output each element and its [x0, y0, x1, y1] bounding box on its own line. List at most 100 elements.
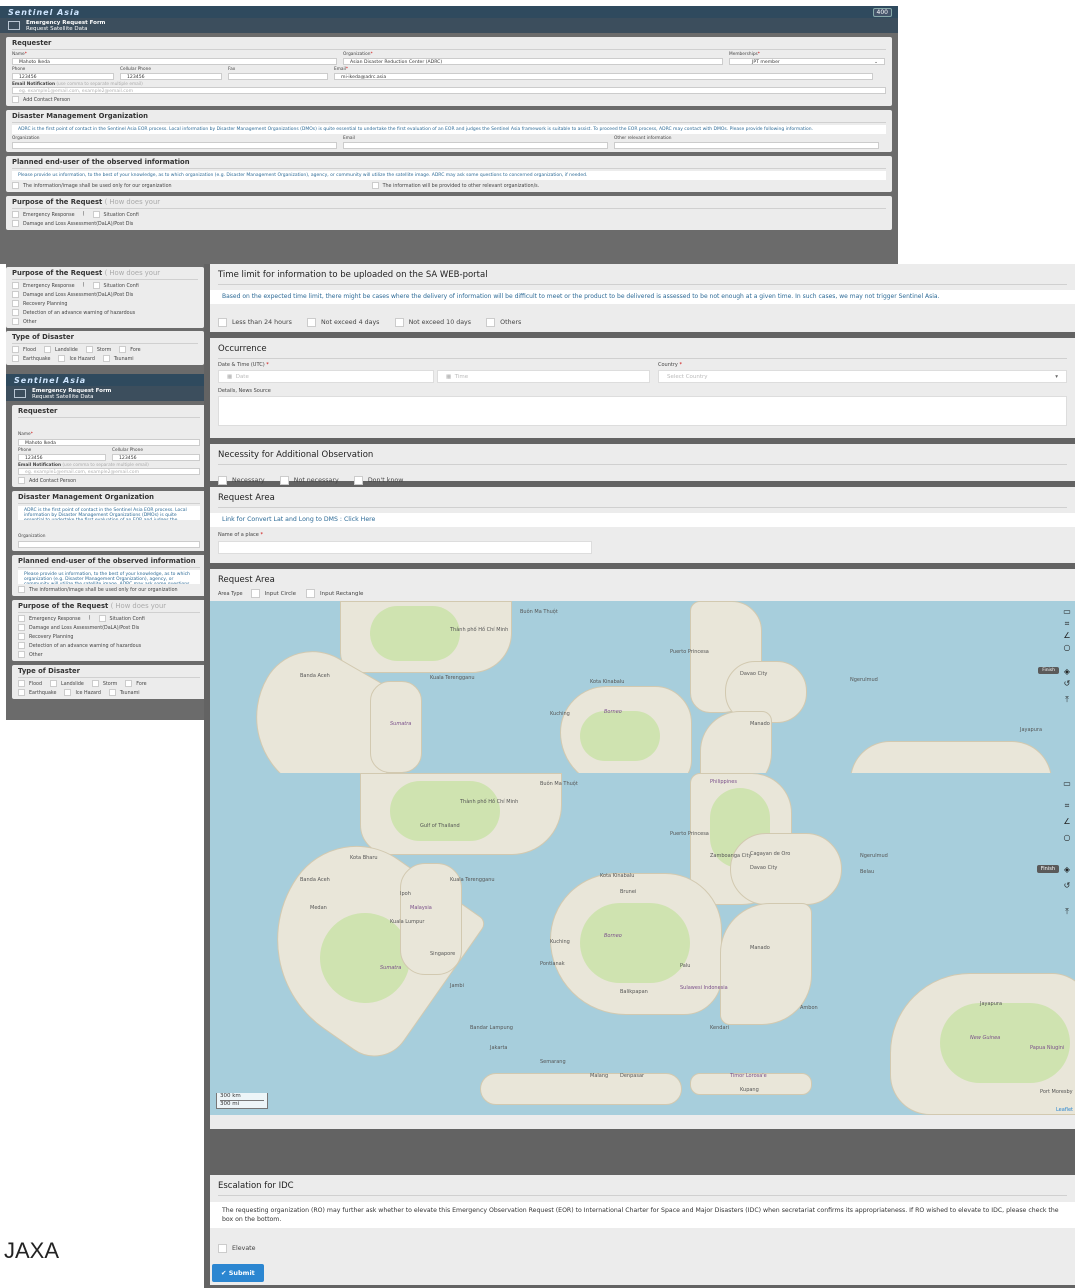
- disaster-fore[interactable]: Fore: [119, 346, 141, 353]
- details-textarea[interactable]: [218, 396, 1067, 426]
- date-input[interactable]: ▦ Date: [218, 370, 434, 383]
- upload-icon[interactable]: ⤒: [1063, 695, 1071, 704]
- membership-select[interactable]: JPT member ⌄: [729, 58, 885, 65]
- draw-circle-icon[interactable]: ○: [1063, 833, 1071, 842]
- rotate-icon[interactable]: ↺: [1063, 881, 1071, 890]
- add-contact-checkbox[interactable]: Add Contact Person: [12, 96, 70, 103]
- purpose-situation[interactable]: Situation Confi: [92, 211, 139, 218]
- draw-polygon-icon[interactable]: ⌗: [1063, 619, 1071, 628]
- disaster-ice[interactable]: Ice Hazard: [64, 689, 101, 696]
- disaster-storm[interactable]: Storm: [91, 680, 117, 687]
- notif-input[interactable]: eg. example1@email.com, example2@email.c…: [18, 468, 200, 475]
- map-label: Kota Kinabalu: [590, 679, 625, 685]
- dmo-email-input[interactable]: [343, 142, 608, 149]
- submit-button[interactable]: ✔ Submit: [212, 1264, 264, 1282]
- disaster-flood[interactable]: Flood: [18, 680, 42, 687]
- place-input[interactable]: [218, 541, 592, 554]
- enduser-option-own[interactable]: The information/image shall be used only…: [18, 586, 178, 593]
- name-input[interactable]: Mahoto Ikeda: [12, 58, 337, 65]
- cell-input[interactable]: 123456: [112, 454, 200, 461]
- elevate-checkbox[interactable]: Elevate: [218, 1244, 256, 1253]
- enduser-option-own[interactable]: The information/image shall be used only…: [12, 182, 172, 189]
- purpose-other[interactable]: Other: [18, 651, 43, 658]
- necessity-necessary[interactable]: Necessary: [218, 476, 265, 485]
- necessity-not-necessary[interactable]: Not necessary: [279, 476, 339, 485]
- map-label: Belau: [860, 869, 875, 875]
- time-input[interactable]: ▦ Time: [437, 370, 650, 383]
- finish-button[interactable]: Finish: [1038, 667, 1059, 674]
- timelimit-10days[interactable]: Not exceed 10 days: [394, 318, 471, 327]
- necessity-dont-know[interactable]: Don't know: [353, 476, 403, 485]
- draw-line-icon[interactable]: ∠: [1063, 817, 1071, 826]
- country-label: Country *: [658, 362, 682, 368]
- disaster-landslide[interactable]: Landslide: [50, 680, 84, 687]
- section-title: Escalation for IDC: [218, 1181, 1067, 1196]
- map-view-large[interactable]: Buôn Ma Thuột Thành phố Hồ Chí Minh Gulf…: [210, 773, 1075, 1115]
- purpose-emergency[interactable]: Emergency Response: [18, 615, 81, 622]
- disaster-storm[interactable]: Storm: [85, 346, 111, 353]
- disaster-fore[interactable]: Fore: [125, 680, 147, 687]
- disaster-earthquake[interactable]: Earthquake: [12, 355, 50, 362]
- timelimit-4days[interactable]: Not exceed 4 days: [306, 318, 379, 327]
- email-input[interactable]: mi-ikeda@adrc.asia: [334, 73, 873, 80]
- purpose-dala[interactable]: Damage and Loss Assessment(DaLA)/Post Di…: [12, 291, 133, 298]
- purpose-situation[interactable]: Situation Confi: [98, 615, 145, 622]
- fax-label: Fax: [228, 67, 236, 72]
- cell-input[interactable]: 123456: [120, 73, 222, 80]
- eraser-icon[interactable]: ◈: [1063, 667, 1071, 676]
- notif-input[interactable]: eg. example1@email.com, example2@email.c…: [12, 87, 886, 94]
- disaster-tsunami[interactable]: Tsunami: [102, 355, 134, 362]
- org-input[interactable]: Asian Disaster Reduction Center (ADRC): [343, 58, 723, 65]
- upload-icon[interactable]: ⤒: [1063, 907, 1071, 916]
- purpose-recovery[interactable]: Recovery Planning: [12, 300, 67, 307]
- country-select[interactable]: Select Country ▾: [658, 370, 1067, 383]
- draw-rectangle-icon[interactable]: ▭: [1063, 607, 1071, 616]
- disaster-tsunami[interactable]: Tsunami: [108, 689, 140, 696]
- finish-button[interactable]: Finish: [1036, 865, 1059, 873]
- purpose-emergency[interactable]: Emergency Response: [12, 282, 75, 289]
- disaster-earthquake[interactable]: Earthquake: [18, 689, 56, 696]
- datetime-label: Date & Time (UTC) *: [218, 362, 269, 368]
- form-subtitle: Request Satellite Data: [26, 25, 88, 32]
- dmo-org-input[interactable]: [18, 541, 200, 548]
- purpose-detection[interactable]: Detection of an advance warning of hazar…: [18, 642, 141, 649]
- section-title: Time limit for information to be uploade…: [218, 270, 1067, 285]
- timelimit-24h[interactable]: Less than 24 hours: [218, 318, 292, 327]
- dmo-other-label: Other relevant information: [614, 136, 672, 141]
- map-view-small[interactable]: Buôn Ma Thuột Thành phố Hồ Chí Minh Puer…: [210, 601, 1075, 773]
- draw-circle-icon[interactable]: ○: [1063, 643, 1071, 652]
- disaster-flood[interactable]: Flood: [12, 346, 36, 353]
- dmo-org-label: Organization: [18, 534, 46, 539]
- name-input[interactable]: Mahoto Ikeda: [18, 439, 200, 446]
- sentinel-asia-logo: Sentinel Asia: [8, 7, 81, 17]
- map-label: Borneo: [604, 709, 622, 715]
- purpose-dala[interactable]: Damage and Loss Assessment(DaLA)/Post Di…: [18, 624, 139, 631]
- fax-input[interactable]: [228, 73, 328, 80]
- area-input-circle[interactable]: Input Circle: [250, 589, 296, 598]
- purpose-dala[interactable]: Damage and Loss Assessment(DaLA)/Post Di…: [12, 220, 133, 227]
- add-contact-checkbox[interactable]: Add Contact Person: [18, 477, 76, 484]
- leaflet-attribution[interactable]: Leaflet: [1056, 1107, 1073, 1113]
- purpose-recovery[interactable]: Recovery Planning: [18, 633, 73, 640]
- rotate-icon[interactable]: ↺: [1063, 679, 1071, 688]
- draw-line-icon[interactable]: ∠: [1063, 631, 1071, 640]
- eraser-icon[interactable]: ◈: [1063, 865, 1071, 874]
- dmo-other-input[interactable]: [614, 142, 879, 149]
- disaster-landslide[interactable]: Landslide: [44, 346, 78, 353]
- timelimit-others[interactable]: Others: [486, 318, 521, 327]
- phone-input[interactable]: 123456: [12, 73, 114, 80]
- enduser-option-other[interactable]: The information will be provided to othe…: [371, 182, 539, 189]
- purpose-detection[interactable]: Detection of an advance warning of hazar…: [12, 309, 135, 316]
- purpose-situation[interactable]: Situation Confi: [92, 282, 139, 289]
- dms-convert-link[interactable]: Link for Convert Lat and Long to DMS : C…: [210, 513, 1075, 527]
- purpose-emergency[interactable]: Emergency Response: [12, 211, 75, 218]
- area-input-rectangle[interactable]: Input Rectangle: [306, 589, 363, 598]
- draw-polygon-icon[interactable]: ⌗: [1063, 801, 1071, 810]
- draw-rectangle-icon[interactable]: ▭: [1063, 779, 1071, 788]
- purpose-other[interactable]: Other: [12, 318, 37, 325]
- dmo-org-input[interactable]: [12, 142, 337, 149]
- dmo-section: Disaster Management Organization ADRC is…: [12, 491, 206, 551]
- disaster-ice[interactable]: Ice Hazard: [58, 355, 95, 362]
- phone-input[interactable]: 123456: [18, 454, 106, 461]
- purpose-section: Purpose of the Request ( How does your E…: [12, 600, 206, 661]
